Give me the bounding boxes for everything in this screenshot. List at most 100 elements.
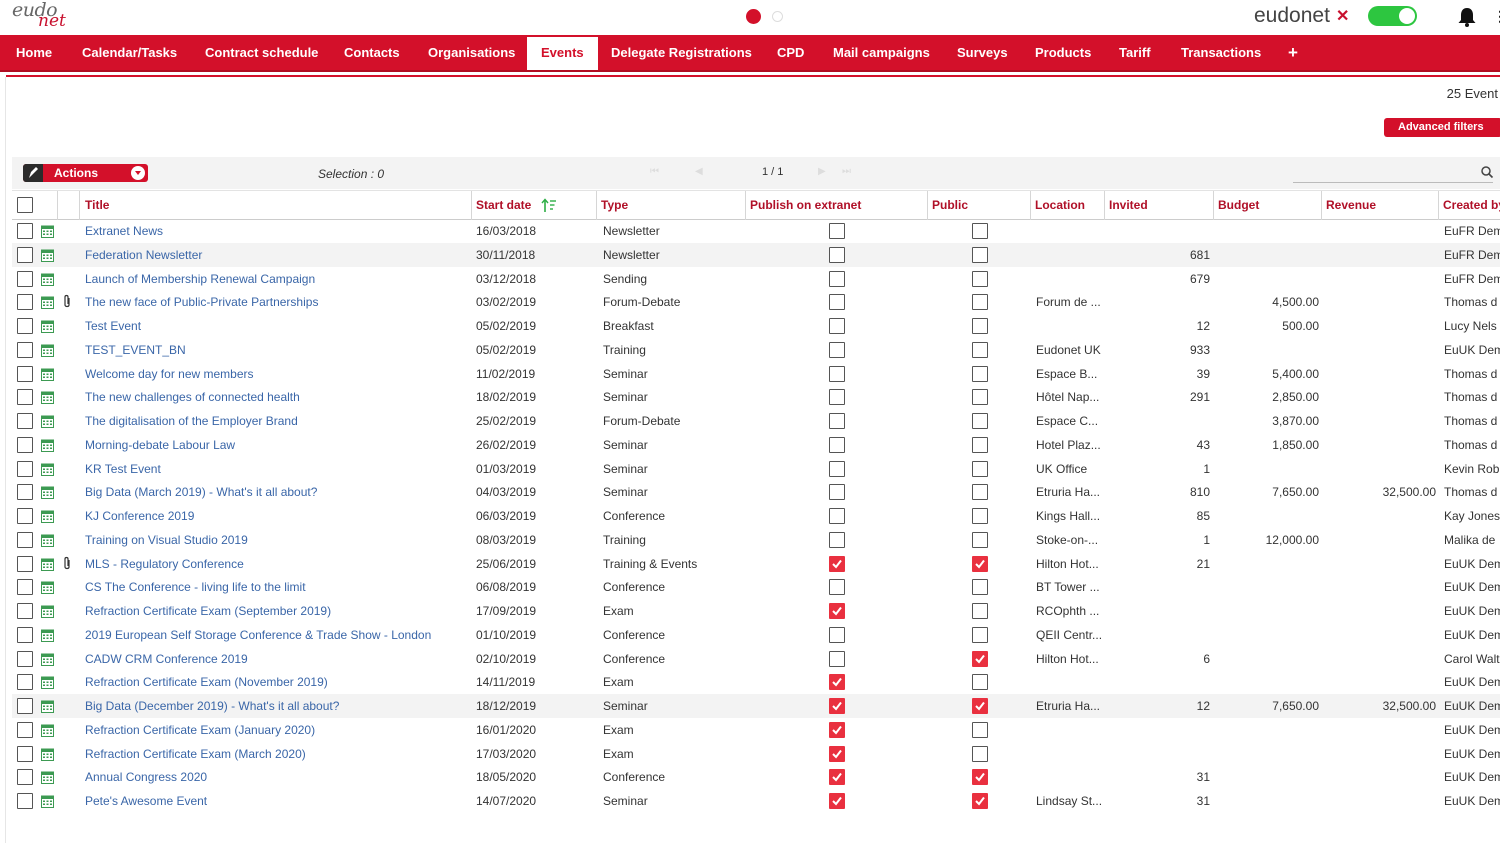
publish-extranet-checkbox[interactable] (829, 626, 845, 643)
actions-button[interactable]: Actions (23, 164, 148, 182)
event-title-link[interactable]: The digitalisation of the Employer Brand (85, 409, 470, 433)
table-row[interactable]: KJ Conference 2019 06/03/2019 Conference Ki… (12, 504, 1500, 528)
calendar-icon[interactable] (41, 629, 54, 642)
col-budget[interactable]: Budget (1214, 191, 1322, 220)
nav-tab-calendar-tasks[interactable]: Calendar/Tasks (82, 35, 177, 70)
public-checkbox[interactable] (972, 341, 988, 358)
event-title-link[interactable]: Refraction Certificate Exam (March 2020) (85, 742, 470, 766)
calendar-icon[interactable] (41, 510, 54, 523)
public-checkbox[interactable] (972, 508, 988, 524)
eudonet-logo[interactable]: eudo net (8, 0, 68, 34)
table-row[interactable]: TEST_EVENT_BN 05/02/2019 Training Eudonet U… (12, 338, 1500, 362)
event-title-link[interactable]: Training on Visual Studio 2019 (85, 528, 470, 552)
nav-tab-mail-campaigns[interactable]: Mail campaigns (833, 35, 930, 70)
add-tab-icon[interactable]: + (1288, 35, 1298, 70)
public-checkbox[interactable] (972, 246, 988, 263)
public-checkbox[interactable] (972, 579, 988, 596)
publish-extranet-checkbox[interactable] (829, 769, 845, 786)
calendar-icon[interactable] (41, 415, 54, 428)
event-title-link[interactable]: KJ Conference 2019 (85, 504, 470, 528)
calendar-icon[interactable] (41, 463, 54, 476)
nav-tab-delegate-registrations[interactable]: Delegate Registrations (611, 35, 752, 70)
row-select-checkbox[interactable] (17, 626, 33, 643)
row-select-checkbox[interactable] (17, 389, 33, 406)
col-revenue[interactable]: Revenue (1322, 191, 1439, 220)
col-type[interactable]: Type (597, 191, 746, 220)
table-row[interactable]: The digitalisation of the Employer Brand… (12, 409, 1500, 433)
publish-extranet-checkbox[interactable] (829, 460, 845, 477)
advanced-filters-button[interactable]: Advanced filters (1384, 118, 1500, 137)
table-row[interactable]: Refraction Certificate Exam (November 20… (12, 670, 1500, 694)
event-title-link[interactable]: Welcome day for new members (85, 362, 470, 386)
public-checkbox[interactable] (972, 484, 988, 501)
table-row[interactable]: The new challenges of connected health 18… (12, 385, 1500, 409)
calendar-icon[interactable] (41, 581, 54, 595)
public-checkbox[interactable] (972, 555, 988, 572)
calendar-icon[interactable] (41, 320, 54, 333)
publish-extranet-checkbox[interactable] (829, 484, 845, 501)
nav-tab-events[interactable]: Events (527, 37, 598, 70)
public-checkbox[interactable] (972, 365, 988, 382)
public-checkbox[interactable] (972, 294, 988, 311)
event-title-link[interactable]: The new challenges of connected health (85, 385, 470, 409)
calendar-icon[interactable] (41, 296, 54, 310)
table-row[interactable]: Welcome day for new members 11/02/2019 Sem… (12, 362, 1500, 386)
col-location[interactable]: Location (1031, 191, 1105, 220)
public-checkbox[interactable] (972, 223, 988, 239)
nav-tab-tariff[interactable]: Tariff (1119, 35, 1151, 70)
table-row[interactable]: Refraction Certificate Exam (January 202… (12, 718, 1500, 742)
calendar-icon[interactable] (41, 486, 54, 500)
nav-tab-cpd[interactable]: CPD (777, 35, 804, 70)
col-created-by[interactable]: Created by (1439, 191, 1500, 220)
publish-extranet-checkbox[interactable] (829, 413, 845, 429)
publish-extranet-checkbox[interactable] (829, 698, 845, 714)
row-select-checkbox[interactable] (17, 246, 33, 263)
event-title-link[interactable]: Refraction Certificate Exam (November 20… (85, 670, 470, 694)
nav-tab-home[interactable]: Home (16, 35, 52, 70)
carousel-dot-inactive[interactable] (772, 11, 783, 22)
next-page-icon[interactable]: ▶ (818, 166, 826, 177)
calendar-icon[interactable] (41, 534, 54, 547)
publish-extranet-checkbox[interactable] (829, 508, 845, 524)
calendar-icon[interactable] (41, 273, 54, 286)
public-checkbox[interactable] (972, 460, 988, 477)
publish-extranet-checkbox[interactable] (829, 721, 845, 738)
event-title-link[interactable]: Big Data (December 2019) - What's it all… (85, 694, 470, 718)
row-select-checkbox[interactable] (17, 484, 33, 501)
row-select-checkbox[interactable] (17, 579, 33, 596)
row-select-checkbox[interactable] (17, 555, 33, 572)
public-checkbox[interactable] (972, 436, 988, 453)
row-select-checkbox[interactable] (17, 745, 33, 762)
event-title-link[interactable]: Federation Newsletter (85, 243, 470, 267)
table-row[interactable]: Federation Newsletter 30/11/2018 Newslette… (12, 242, 1500, 267)
calendar-icon[interactable] (41, 676, 54, 690)
more-menu-icon[interactable]: ⋮ (1493, 8, 1500, 25)
row-select-checkbox[interactable] (17, 531, 33, 548)
row-select-checkbox[interactable] (17, 721, 33, 738)
calendar-icon[interactable] (41, 368, 54, 381)
col-invited[interactable]: Invited (1105, 191, 1214, 220)
publish-extranet-checkbox[interactable] (829, 365, 845, 382)
calendar-icon[interactable] (41, 344, 54, 357)
publish-extranet-checkbox[interactable] (829, 793, 845, 809)
select-all-checkbox[interactable] (17, 197, 33, 213)
publish-extranet-checkbox[interactable] (829, 294, 845, 311)
sort-ascending-icon[interactable] (541, 198, 557, 214)
table-row[interactable]: Extranet News 16/03/2018 Newsletter EuFR De… (12, 219, 1500, 243)
event-title-link[interactable]: Big Data (March 2019) - What's it all ab… (85, 480, 470, 504)
public-checkbox[interactable] (972, 721, 988, 738)
table-row[interactable]: Refraction Certificate Exam (March 2020)… (12, 742, 1500, 766)
table-row[interactable]: Big Data (March 2019) - What's it all ab… (12, 480, 1500, 504)
nav-tab-products[interactable]: Products (1035, 35, 1091, 70)
event-title-link[interactable]: MLS - Regulatory Conference (85, 552, 470, 576)
row-select-checkbox[interactable] (17, 294, 33, 311)
row-select-checkbox[interactable] (17, 341, 33, 358)
event-title-link[interactable]: Launch of Membership Renewal Campaign (85, 267, 470, 291)
calendar-icon[interactable] (41, 771, 54, 785)
table-row[interactable]: KR Test Event 01/03/2019 Seminar UK Office 1… (12, 457, 1500, 481)
table-row[interactable]: Morning-debate Labour Law 26/02/2019 Semin… (12, 433, 1500, 457)
publish-extranet-checkbox[interactable] (829, 650, 845, 667)
row-select-checkbox[interactable] (17, 413, 33, 429)
calendar-icon[interactable] (41, 605, 54, 618)
table-row[interactable]: MLS - Regulatory Conference 25/06/2019 Tra… (12, 552, 1500, 576)
